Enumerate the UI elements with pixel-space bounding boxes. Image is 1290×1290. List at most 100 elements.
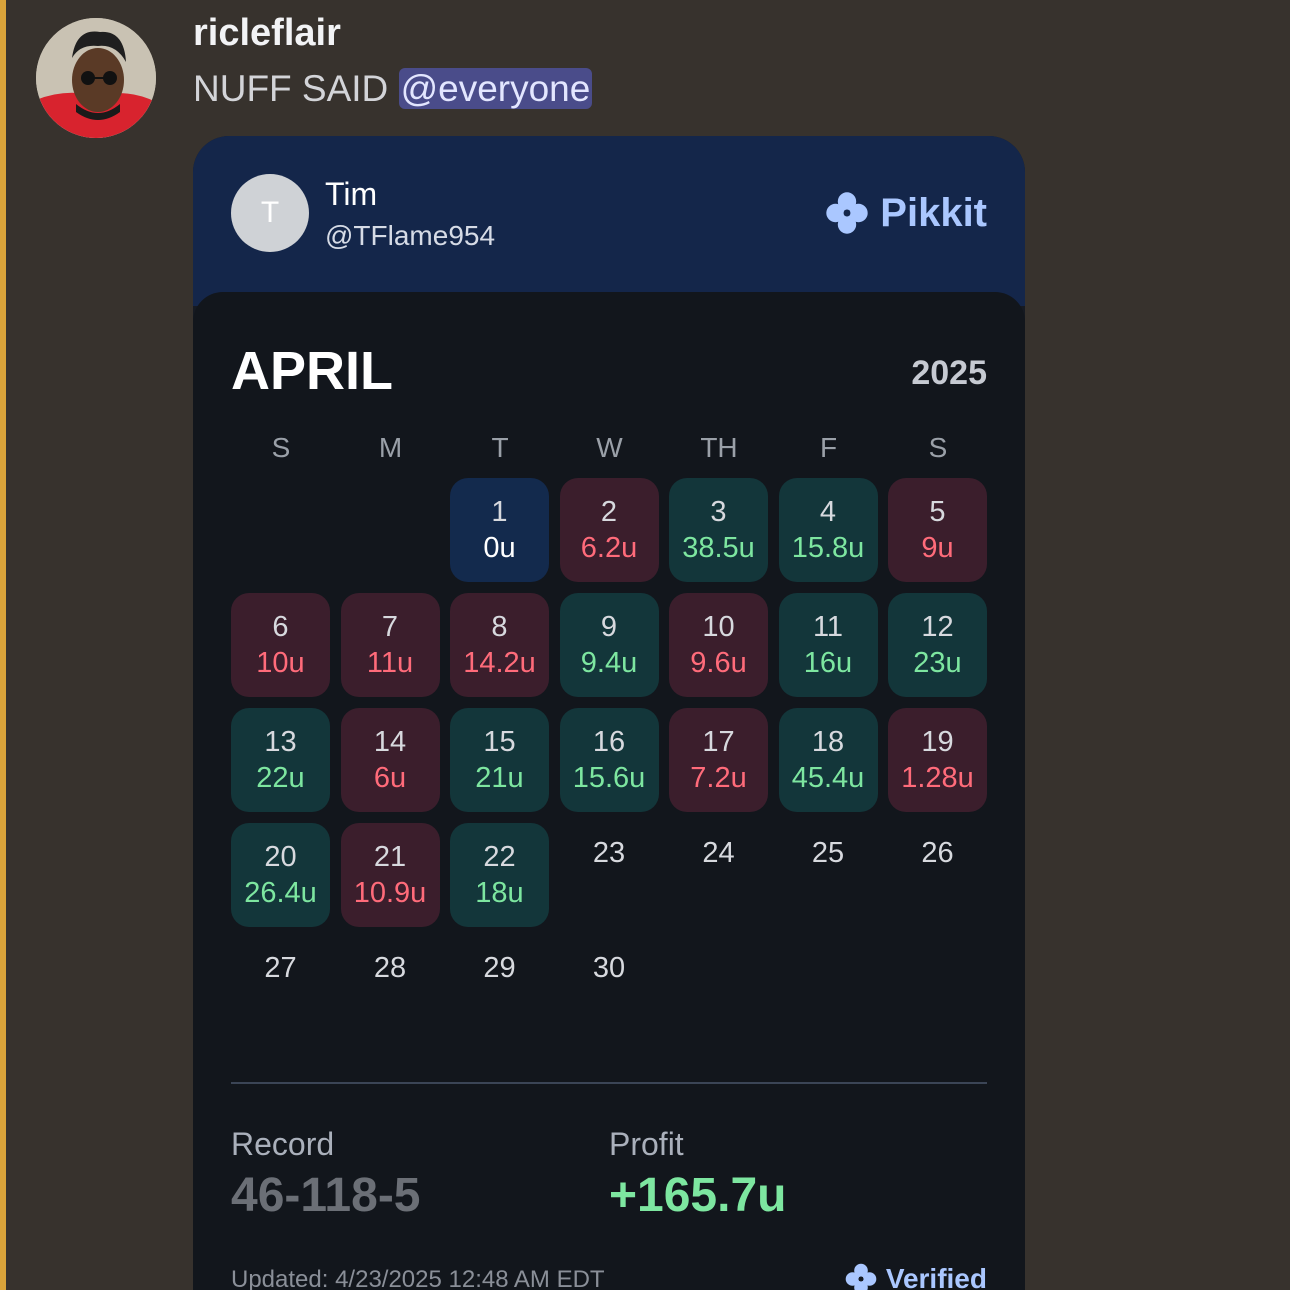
weekday-label: TH	[700, 432, 738, 463]
day-units: 15.6u	[572, 762, 646, 794]
calendar-day-30: 30	[560, 938, 659, 1042]
calendar-day-23: 23	[560, 823, 659, 927]
calendar-day-29: 29	[450, 938, 549, 1042]
day-number: 17	[702, 726, 735, 758]
weekday-label: M	[378, 432, 403, 463]
day-units: 38.5u	[682, 532, 755, 564]
calendar-day-18: 18 45.4u	[778, 708, 878, 812]
day-units: 9u	[921, 532, 954, 564]
calendar-day-15: 15 21u	[450, 708, 549, 812]
day-number: 24	[702, 837, 735, 869]
calendar-day-16: 16 15.6u	[559, 708, 659, 812]
day-units: 21u	[475, 762, 524, 794]
day-units: 45.4u	[791, 762, 865, 794]
calendar-day-9: 9 9.4u	[559, 593, 659, 697]
calendar-day-13: 13 22u	[231, 708, 330, 812]
day-units: 7.2u	[690, 762, 747, 794]
calendar-day-3: 3 38.5u	[669, 478, 768, 582]
day-units: 6u	[373, 762, 407, 794]
record-value: 46-118-5	[231, 1169, 421, 1222]
day-units: 26.4u	[244, 877, 317, 909]
calendar-day-25: 25	[779, 823, 878, 927]
calendar-day-8: 8 14.2u	[450, 593, 549, 697]
verified-badge: Verified	[844, 1262, 987, 1290]
calendar-day-26: 26	[888, 823, 987, 927]
calendar-day-11: 11 16u	[778, 593, 878, 697]
calendar-grid: 1 0u 2 6.2u 3 38.5u 4 15.8u 5 9u 6 10u 7 11u 8 14.2u 9 9.…	[231, 478, 987, 1058]
day-number: 23	[592, 837, 626, 869]
calendar-day-27: 27	[231, 938, 330, 1042]
card-user-handle: @TFlame954	[325, 220, 496, 251]
day-number: 2	[600, 496, 618, 528]
calendar-day-22: 22 18u	[450, 823, 549, 927]
day-number: 19	[921, 726, 954, 758]
day-number: 12	[921, 611, 954, 643]
day-number: 1	[491, 496, 508, 528]
mention-highlight-bar	[0, 0, 6, 1290]
day-units: 10u	[256, 647, 305, 679]
calendar-day-21: 21 10.9u	[340, 823, 440, 927]
calendar-day-10: 10 9.6u	[669, 593, 768, 697]
weekday-label: S	[928, 432, 948, 463]
day-number: 6	[272, 611, 289, 643]
message-username[interactable]: ricleflair	[193, 12, 341, 55]
calendar-day-1: 1 0u	[450, 478, 549, 582]
card-user-name: Tim	[325, 176, 378, 212]
day-number: 13	[264, 726, 297, 758]
day-number: 20	[264, 841, 297, 873]
calendar-day-28: 28	[341, 938, 440, 1042]
clover-icon	[826, 192, 868, 234]
calendar-day-7: 7 11u	[340, 593, 440, 697]
message-text: NUFF SAID	[193, 68, 389, 109]
card-header: T Tim @TFlame954 Pikkit	[193, 136, 1025, 306]
day-units: 11u	[366, 647, 414, 679]
day-number: 11	[812, 611, 844, 643]
calendar-day-20: 20 26.4u	[231, 823, 330, 927]
day-number: 30	[592, 952, 626, 984]
profit-value: +165.7u	[609, 1169, 787, 1222]
clover-icon	[845, 1263, 877, 1290]
day-number: 9	[600, 611, 618, 643]
day-units: 10.9u	[353, 877, 427, 909]
weekday-header: S M T W TH F S	[231, 432, 987, 472]
calendar-month: APRIL	[231, 341, 393, 401]
calendar-year: 2025	[911, 354, 987, 392]
calendar-day-12: 12 23u	[888, 593, 987, 697]
day-units: 0u	[483, 532, 516, 564]
day-units: 6.2u	[580, 532, 638, 564]
updated-timestamp: Updated: 4/23/2025 12:48 AM EDT	[231, 1266, 605, 1290]
day-number: 16	[592, 726, 626, 758]
brand-name: Pikkit	[880, 190, 987, 235]
divider	[231, 1082, 987, 1084]
day-units: 1.28u	[901, 762, 974, 794]
calendar-day-4: 4 15.8u	[778, 478, 878, 582]
day-units: 14.2u	[463, 647, 536, 679]
day-number: 25	[811, 837, 845, 869]
day-number: 3	[710, 496, 727, 528]
day-number: 29	[483, 952, 516, 984]
brand-logo: Pikkit	[824, 190, 987, 236]
day-number: 4	[819, 496, 837, 528]
day-number: 22	[483, 841, 516, 873]
weekday-label: W	[596, 432, 623, 463]
day-number: 27	[264, 952, 297, 984]
mention-everyone[interactable]: @everyone	[398, 68, 593, 109]
day-units: 9.4u	[580, 647, 638, 679]
day-number: 10	[702, 611, 735, 643]
day-units: 15.8u	[791, 532, 865, 564]
calendar-day-19: 19 1.28u	[888, 708, 987, 812]
weekday-label: S	[271, 432, 291, 463]
message-content: NUFF SAID @everyone	[193, 68, 593, 110]
day-units: 9.6u	[690, 647, 747, 679]
day-units: 23u	[913, 647, 962, 679]
day-number: 8	[491, 611, 508, 643]
day-units: 16u	[803, 647, 853, 679]
verified-label: Verified	[885, 1263, 987, 1290]
day-units: 18u	[475, 877, 524, 909]
day-number: 7	[381, 611, 399, 643]
weekday-label: T	[491, 432, 509, 463]
shared-image-embed[interactable]: T Tim @TFlame954 Pikkit APRIL 2025 SMTWT…	[193, 136, 1025, 1290]
day-number: 18	[811, 726, 845, 758]
user-avatar[interactable]	[36, 18, 156, 138]
calendar-day-24: 24	[669, 823, 768, 927]
